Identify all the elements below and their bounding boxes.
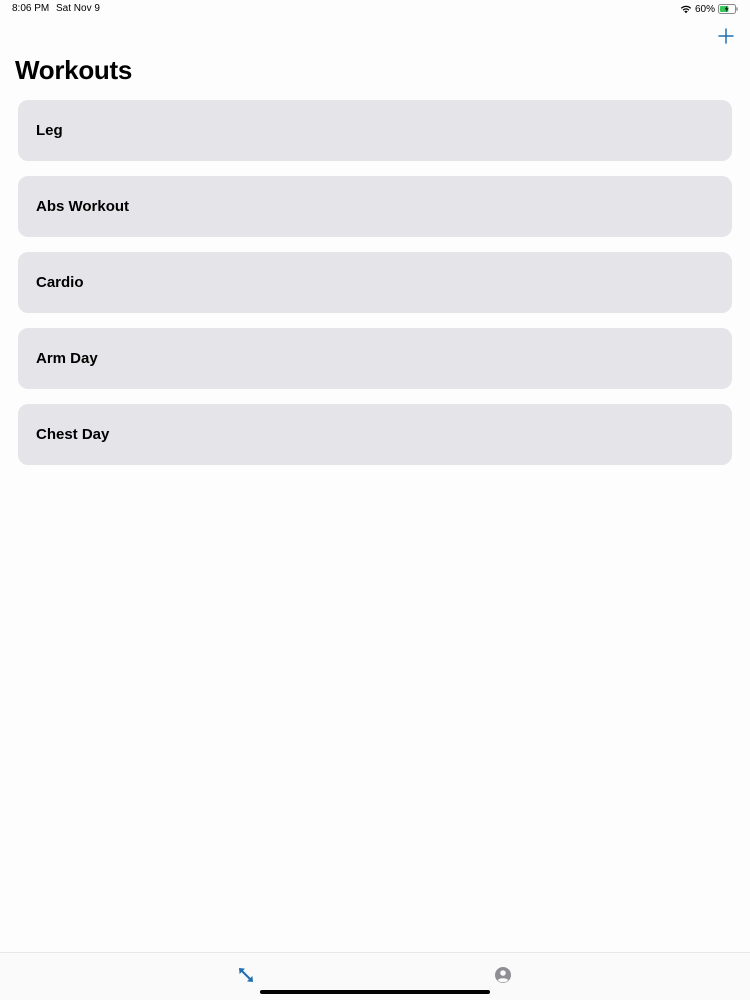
workout-label: Cardio bbox=[36, 274, 84, 291]
status-indicators: 60% bbox=[680, 2, 738, 16]
workout-item-cardio[interactable]: Cardio bbox=[18, 252, 732, 313]
workout-list: Leg Abs Workout Cardio Arm Day Chest Day bbox=[18, 100, 732, 465]
add-workout-button[interactable] bbox=[716, 26, 736, 46]
status-bar: 8:06 PM Sat Nov 9 60% bbox=[0, 0, 750, 18]
workout-label: Arm Day bbox=[36, 350, 98, 367]
person-circle-icon bbox=[495, 967, 511, 983]
workouts-screen: 8:06 PM Sat Nov 9 60% Workouts Leg Abs W… bbox=[0, 0, 750, 1000]
tab-profile[interactable] bbox=[493, 965, 513, 985]
status-date: Sat Nov 9 bbox=[56, 3, 100, 14]
workout-item-chest-day[interactable]: Chest Day bbox=[18, 404, 732, 465]
workout-item-arm-day[interactable]: Arm Day bbox=[18, 328, 732, 389]
workout-item-abs-workout[interactable]: Abs Workout bbox=[18, 176, 732, 237]
workout-label: Abs Workout bbox=[36, 198, 130, 215]
home-indicator bbox=[260, 990, 490, 994]
expand-arrows-icon bbox=[239, 968, 253, 982]
wifi-icon bbox=[680, 4, 692, 14]
workout-item-leg[interactable]: Leg bbox=[18, 100, 732, 161]
workout-label: Leg bbox=[36, 122, 63, 139]
battery-icon bbox=[718, 4, 738, 14]
workout-label: Chest Day bbox=[36, 426, 110, 443]
tab-workouts[interactable] bbox=[236, 965, 256, 985]
battery-percent: 60% bbox=[694, 3, 715, 15]
status-time: 8:06 PM bbox=[12, 3, 50, 14]
plus-icon bbox=[718, 28, 734, 44]
page-title: Workouts bbox=[15, 55, 133, 85]
